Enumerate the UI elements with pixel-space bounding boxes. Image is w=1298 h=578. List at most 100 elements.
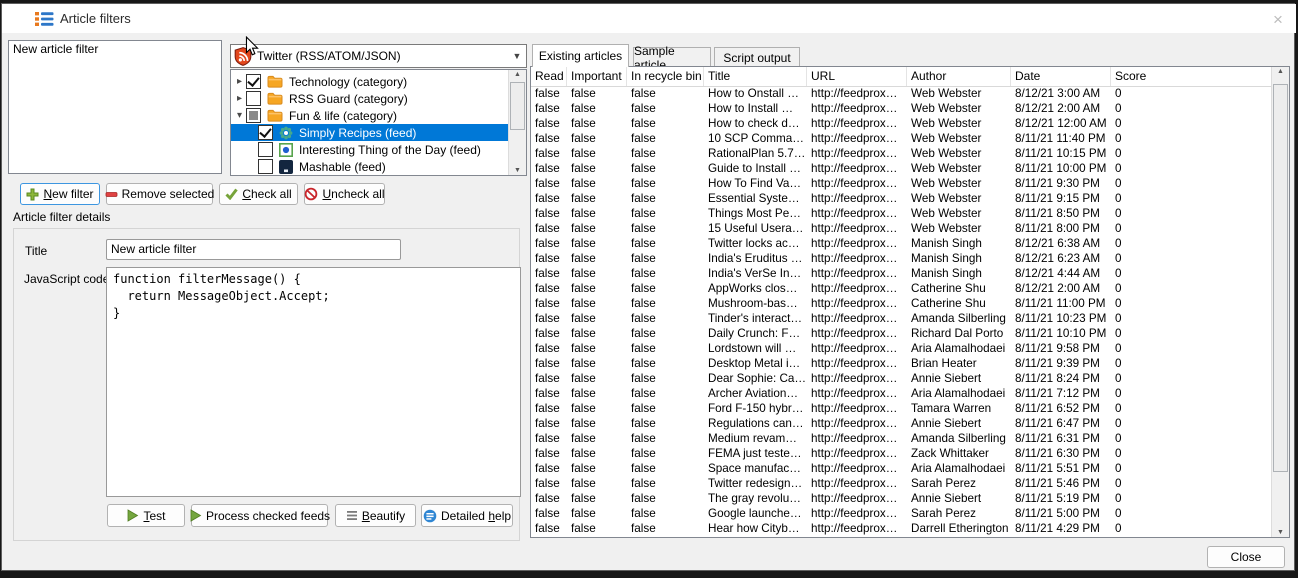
- article-row[interactable]: falsefalsefalseHow to Onstall …http://fe…: [531, 86, 1272, 101]
- item-checkbox[interactable]: [246, 91, 261, 106]
- article-row[interactable]: falsefalsefalseHow to check d…http://fee…: [531, 116, 1272, 131]
- article-cell: Twitter locks ac…: [704, 236, 807, 251]
- table-scrollbar[interactable]: ▲ ▼: [1271, 67, 1289, 537]
- article-cell: false: [567, 491, 627, 506]
- filter-list-item[interactable]: New article filter: [9, 41, 221, 58]
- article-cell: http://feedprox…: [807, 251, 907, 266]
- feed-tree-item[interactable]: ▸Technology (category): [231, 73, 509, 90]
- article-row[interactable]: falsefalsefalseDesktop Metal i…http://fe…: [531, 356, 1272, 371]
- new-filter-button[interactable]: New filter: [20, 183, 100, 205]
- article-row[interactable]: falsefalsefalseIndia's VerSe In…http://f…: [531, 266, 1272, 281]
- article-cell: 0: [1111, 326, 1272, 341]
- title-bar[interactable]: Article filters ×: [2, 4, 1296, 33]
- expand-arrow-icon[interactable]: ▸: [233, 76, 246, 87]
- scroll-up-icon[interactable]: ▲: [509, 71, 526, 78]
- item-checkbox[interactable]: [258, 125, 273, 140]
- scroll-up-icon[interactable]: ▲: [1272, 68, 1289, 75]
- article-cell: Web Webster: [907, 161, 1011, 176]
- article-row[interactable]: falsefalsefalseHow To Find Va…http://fee…: [531, 176, 1272, 191]
- feed-tree-item[interactable]: ▸RSS Guard (category): [231, 90, 509, 107]
- feed-tree-item[interactable]: ▾Fun & life (category): [231, 107, 509, 124]
- article-cell: false: [531, 491, 567, 506]
- feed-tree-item[interactable]: Mashable (feed): [231, 158, 509, 175]
- item-checkbox[interactable]: [258, 159, 273, 174]
- article-row[interactable]: falsefalsefalseThe gray revolu…http://fe…: [531, 491, 1272, 506]
- tab-existing-articles[interactable]: Existing articles: [532, 44, 629, 67]
- tab-sample-article[interactable]: Sample article: [633, 47, 711, 67]
- article-cell: Guide to Install …: [704, 161, 807, 176]
- article-row[interactable]: falsefalsefalseThings Most Pe…http://fee…: [531, 206, 1272, 221]
- article-row[interactable]: falsefalsefalseRationalPlan 5.7…http://f…: [531, 146, 1272, 161]
- remove-selected-button[interactable]: Remove selected: [106, 183, 213, 205]
- article-cell: 0: [1111, 86, 1272, 101]
- article-row[interactable]: falsefalsefalseIndia's Eruditus …http://…: [531, 251, 1272, 266]
- article-row[interactable]: falsefalsefalse10 SCP Comma…http://feedp…: [531, 131, 1272, 146]
- column-header-score[interactable]: Score: [1111, 67, 1272, 86]
- article-row[interactable]: falsefalsefalseTwitter redesign…http://f…: [531, 476, 1272, 491]
- article-cell: 8/12/21 12:00 AM: [1011, 116, 1111, 131]
- feed-tree-item[interactable]: Simply Recipes (feed): [231, 124, 509, 141]
- article-row[interactable]: falsefalsefalseGoogle launche…http://fee…: [531, 506, 1272, 521]
- article-row[interactable]: falsefalsefalseHear how Cityb…http://fee…: [531, 521, 1272, 536]
- article-cell: Web Webster: [907, 146, 1011, 161]
- article-row[interactable]: falsefalsefalseArcher Aviation…http://fe…: [531, 386, 1272, 401]
- scroll-down-icon[interactable]: ▼: [1272, 529, 1289, 536]
- article-row[interactable]: falsefalsefalse15 Useful Usera…http://fe…: [531, 221, 1272, 236]
- feed-tree-item[interactable]: Interesting Thing of the Day (feed): [231, 141, 509, 158]
- article-cell: 0: [1111, 266, 1272, 281]
- item-checkbox[interactable]: [246, 108, 261, 123]
- article-cell: Amanda Silberling: [907, 311, 1011, 326]
- article-row[interactable]: falsefalsefalseHow to Install …http://fe…: [531, 101, 1272, 116]
- article-cell: 0: [1111, 311, 1272, 326]
- scrollbar-thumb[interactable]: [510, 82, 525, 130]
- article-cell: 0: [1111, 281, 1272, 296]
- article-row[interactable]: falsefalsefalseDaily Crunch: F…http://fe…: [531, 326, 1272, 341]
- column-header-read[interactable]: Read: [531, 67, 567, 86]
- article-row[interactable]: falsefalsefalseSpace manufac…http://feed…: [531, 461, 1272, 476]
- close-button[interactable]: Close: [1207, 546, 1285, 568]
- article-row[interactable]: falsefalsefalseFEMA just teste…http://fe…: [531, 446, 1272, 461]
- javascript-code-editor[interactable]: function filterMessage() { return Messag…: [106, 267, 521, 497]
- article-row[interactable]: falsefalsefalseMushroom-bas…http://feedp…: [531, 296, 1272, 311]
- column-header-url[interactable]: URL: [807, 67, 907, 86]
- column-header-title[interactable]: Title: [704, 67, 807, 86]
- beautify-button[interactable]: Beautify: [335, 504, 416, 527]
- article-cell: Sarah Perez: [907, 506, 1011, 521]
- article-row[interactable]: falsefalsefalseGuide to Install …http://…: [531, 161, 1272, 176]
- check-all-button[interactable]: Check all: [219, 183, 298, 205]
- scrollbar-thumb[interactable]: [1273, 84, 1288, 472]
- article-cell: false: [567, 86, 627, 101]
- article-cell: http://feedprox…: [807, 431, 907, 446]
- column-header-date[interactable]: Date: [1011, 67, 1111, 86]
- column-header-in-recycle-bin[interactable]: In recycle bin: [627, 67, 704, 86]
- article-row[interactable]: falsefalsefalseTwitter locks ac…http://f…: [531, 236, 1272, 251]
- article-cell: 0: [1111, 491, 1272, 506]
- column-header-author[interactable]: Author: [907, 67, 1011, 86]
- detailed-help-button[interactable]: Detailed help: [421, 504, 513, 527]
- collapse-arrow-icon[interactable]: ▾: [233, 110, 246, 121]
- tree-scrollbar[interactable]: ▲ ▼: [508, 70, 526, 175]
- article-row[interactable]: falsefalsefalseFord F-150 hybr…http://fe…: [531, 401, 1272, 416]
- test-button[interactable]: Test: [107, 504, 185, 527]
- tab-script-output[interactable]: Script output: [714, 47, 800, 67]
- article-row[interactable]: falsefalsefalseAppWorks clos…http://feed…: [531, 281, 1272, 296]
- column-header-important[interactable]: Important: [567, 67, 627, 86]
- account-combobox[interactable]: Twitter (RSS/ATOM/JSON) ▼: [230, 44, 527, 68]
- article-row[interactable]: falsefalsefalseDear Sophie: Ca…http://fe…: [531, 371, 1272, 386]
- article-row[interactable]: falsefalsefalseLordstown will …http://fe…: [531, 341, 1272, 356]
- article-row[interactable]: falsefalsefalseEssential Syste…http://fe…: [531, 191, 1272, 206]
- process-checked-feeds-button[interactable]: Process checked feeds: [191, 504, 328, 527]
- article-row[interactable]: falsefalsefalseTinder's interact…http://…: [531, 311, 1272, 326]
- article-cell: false: [567, 431, 627, 446]
- item-checkbox[interactable]: [246, 74, 261, 89]
- title-input[interactable]: New article filter: [106, 239, 401, 260]
- uncheck-all-button[interactable]: Uncheck all: [304, 183, 385, 205]
- scroll-down-icon[interactable]: ▼: [509, 167, 526, 174]
- article-row[interactable]: falsefalsefalseRegulations can…http://fe…: [531, 416, 1272, 431]
- article-cell: http://feedprox…: [807, 461, 907, 476]
- window-close-icon[interactable]: ×: [1266, 9, 1290, 31]
- filter-list[interactable]: New article filter: [8, 40, 222, 174]
- item-checkbox[interactable]: [258, 142, 273, 157]
- article-row[interactable]: falsefalsefalseMedium revam…http://feedp…: [531, 431, 1272, 446]
- expand-arrow-icon[interactable]: ▸: [233, 93, 246, 104]
